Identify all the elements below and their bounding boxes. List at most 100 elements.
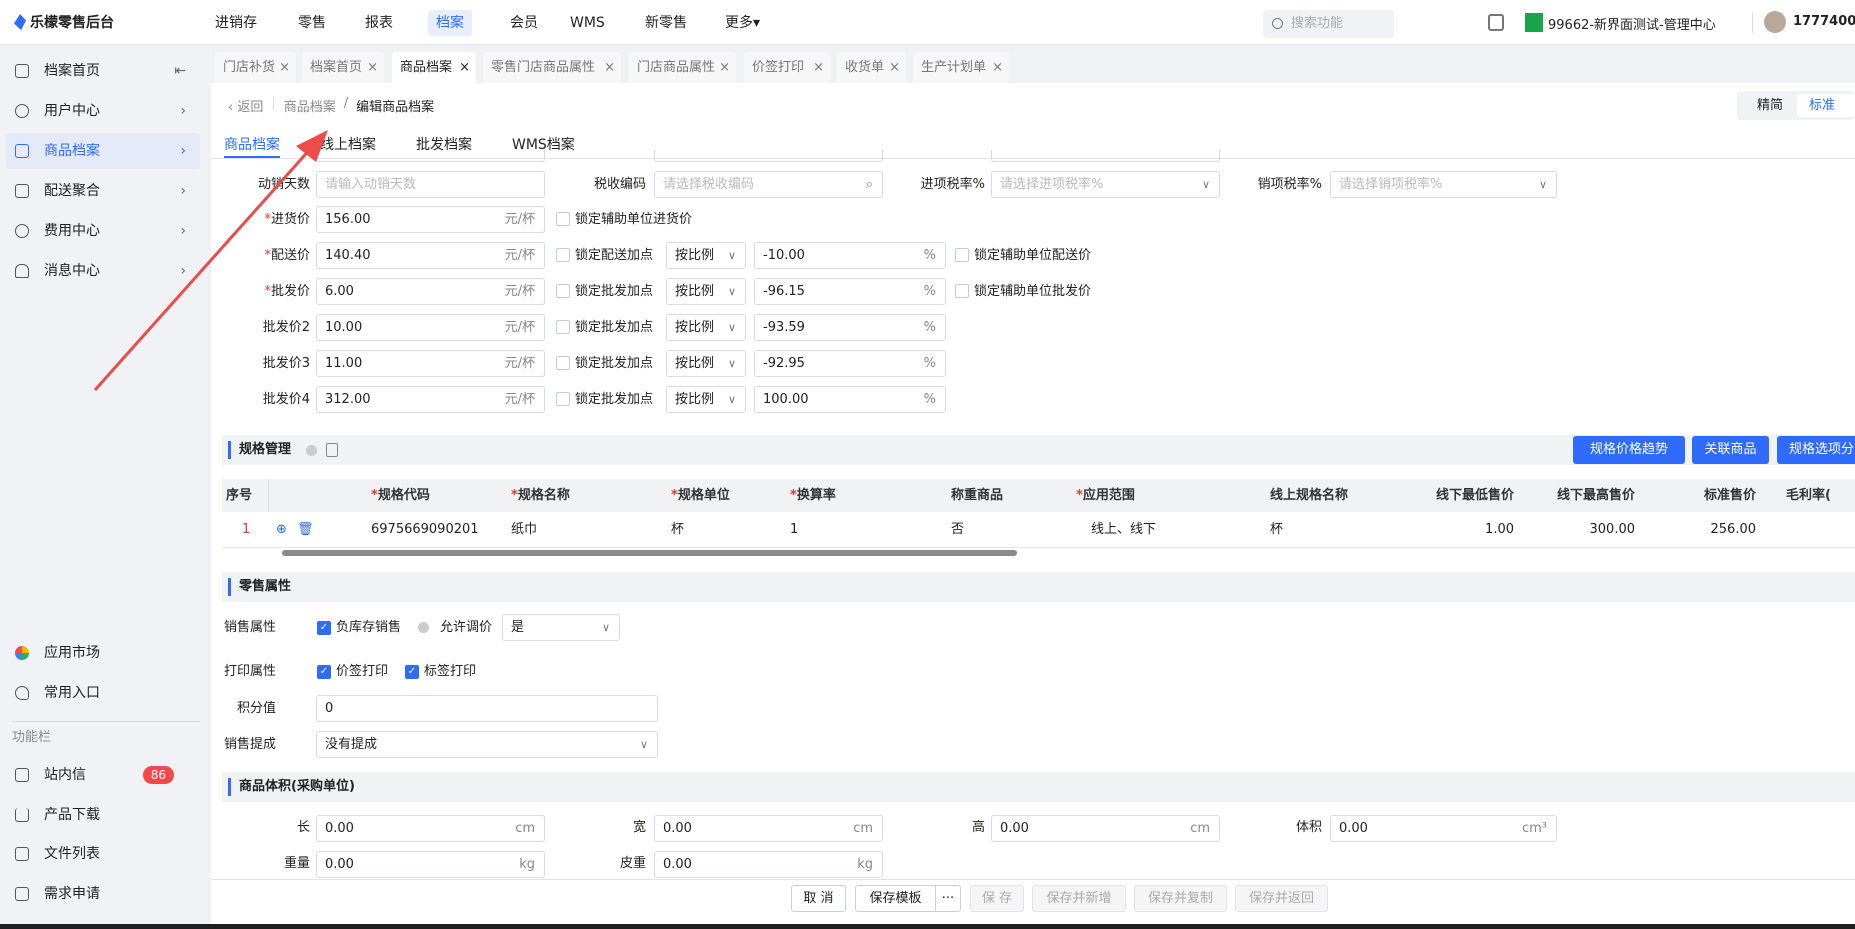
store-name[interactable]: 99662-新界面测试-管理中心 — [1548, 14, 1716, 33]
page-tab[interactable]: 价签打印 × — [744, 52, 830, 83]
length-input[interactable]: 0.00 cm — [316, 815, 545, 842]
close-icon[interactable]: × — [719, 52, 730, 83]
input-tax-select[interactable]: 请选择进项税率% ∨ — [991, 171, 1220, 198]
user-name[interactable]: 17774005 — [1793, 14, 1855, 29]
close-icon[interactable]: × — [813, 52, 824, 83]
tax-code-input[interactable]: 请选择税收编码 ⌕ — [654, 171, 883, 198]
neg-stock-checkbox[interactable]: ✓ — [317, 621, 331, 635]
lock-checkbox[interactable] — [556, 392, 570, 406]
price-tag-checkbox[interactable]: ✓ — [317, 665, 331, 679]
sidebar-tool-download[interactable]: 产品下载 — [6, 797, 200, 833]
sidebar-item-archive-home[interactable]: 档案首页 ⇤ — [6, 53, 200, 89]
cancel-button[interactable]: 取 消 — [791, 885, 846, 912]
lock-aux-checkbox[interactable] — [955, 284, 969, 298]
markup-input[interactable]: -96.15% — [754, 278, 946, 305]
search-input[interactable]: 搜索功能 — [1263, 10, 1394, 38]
more-button[interactable]: ··· — [935, 885, 961, 912]
price-input[interactable]: 6.00 元/杯 — [316, 278, 545, 305]
commission-select[interactable]: 没有提成 ∨ — [316, 731, 658, 758]
view-standard[interactable]: 标准 — [1797, 94, 1855, 117]
page-tab[interactable]: 收货单 × — [837, 52, 906, 83]
lock-checkbox[interactable] — [556, 284, 570, 298]
height-input[interactable]: 0.00 cm — [991, 815, 1220, 842]
related-products-button[interactable]: 关联商品 — [1692, 436, 1769, 464]
page-tab[interactable]: 生产计划单 × — [913, 52, 1009, 83]
sidebar-app-market[interactable]: 应用市场 — [6, 635, 200, 671]
sidebar-tool-requests[interactable]: 需求申请 — [6, 876, 200, 912]
delete-icon[interactable]: 🗑 — [297, 512, 314, 547]
lock-checkbox[interactable] — [556, 212, 570, 226]
days-input[interactable]: 请输入动销天数 — [316, 171, 545, 198]
weight-input[interactable]: 0.00 kg — [316, 851, 545, 878]
nav-member[interactable]: 会员 — [502, 10, 546, 36]
tab-product-archive[interactable]: 商品档案 — [224, 134, 280, 158]
sidebar-item-messages[interactable]: 消息中心 › — [6, 253, 200, 289]
save-copy-button[interactable]: 保存并复制 — [1134, 885, 1227, 912]
output-tax-select[interactable]: 请选择销项税率% ∨ — [1330, 171, 1557, 198]
nav-more[interactable]: 更多▾ — [717, 10, 768, 36]
close-icon[interactable]: × — [889, 52, 900, 83]
price-input[interactable]: 140.40 元/杯 — [316, 242, 545, 269]
markup-mode-select[interactable]: 按比例 ∨ — [666, 242, 746, 269]
markup-input[interactable]: -92.95% — [754, 350, 946, 377]
price-input[interactable]: 10.00 元/杯 — [316, 314, 545, 341]
tare-input[interactable]: 0.00 kg — [654, 851, 883, 878]
price-input[interactable]: 156.00 元/杯 — [316, 206, 545, 233]
search-icon[interactable]: ⌕ — [866, 172, 873, 197]
save-back-button[interactable]: 保存并返回 — [1235, 885, 1328, 912]
sidebar-item-users[interactable]: 用户中心 › — [6, 93, 200, 129]
sidebar-item-products[interactable]: 商品档案 › — [6, 133, 200, 169]
adjust-price-select[interactable]: 是 ∨ — [502, 614, 620, 641]
horizontal-scrollbar[interactable] — [282, 550, 1017, 556]
markup-mode-select[interactable]: 按比例 ∨ — [666, 278, 746, 305]
back-link[interactable]: ‹ 返回 — [228, 96, 263, 115]
markup-mode-select[interactable]: 按比例 ∨ — [666, 314, 746, 341]
help-icon[interactable] — [306, 445, 317, 456]
spec-options-button[interactable]: 规格选项分 — [1777, 436, 1855, 464]
price-input[interactable]: 312.00 元/杯 — [316, 386, 545, 413]
lock-checkbox[interactable] — [556, 248, 570, 262]
app-logo[interactable]: 乐檬零售后台 — [14, 12, 114, 32]
width-input[interactable]: 0.00 cm — [654, 815, 883, 842]
lock-checkbox[interactable] — [556, 320, 570, 334]
close-icon[interactable]: × — [367, 52, 378, 83]
add-row-icon[interactable]: ⊕ — [276, 512, 287, 547]
sidebar-favorites[interactable]: 常用入口 — [6, 675, 200, 711]
close-icon[interactable]: × — [604, 52, 615, 83]
markup-mode-select[interactable]: 按比例 ∨ — [666, 350, 746, 377]
volume-input[interactable]: 0.00 cm³ — [1330, 815, 1557, 842]
nav-reports[interactable]: 报表 — [357, 10, 401, 36]
device-icon[interactable] — [326, 443, 338, 457]
page-tab-active[interactable]: 商品档案 × — [392, 52, 476, 83]
nav-new-retail[interactable]: 新零售 — [637, 10, 695, 36]
nav-archive[interactable]: 档案 — [428, 10, 472, 36]
printer-icon[interactable] — [1488, 14, 1504, 31]
nav-wms[interactable]: WMS — [562, 10, 613, 36]
sidebar-item-fees[interactable]: 费用中心 › — [6, 213, 200, 249]
label-print-checkbox[interactable]: ✓ — [405, 665, 419, 679]
sidebar-item-distribution[interactable]: 配送聚合 › — [6, 173, 200, 209]
points-input[interactable]: 0 — [316, 695, 658, 722]
sidebar-tool-files[interactable]: 文件列表 — [6, 836, 200, 872]
page-tab[interactable]: 门店补货 × — [215, 52, 296, 83]
nav-retail[interactable]: 零售 — [290, 10, 334, 36]
avatar[interactable] — [1764, 11, 1786, 33]
page-tab[interactable]: 门店商品属性 × — [629, 52, 736, 83]
nav-jinxiaocun[interactable]: 进销存 — [207, 10, 265, 36]
sidebar-tool-inbox[interactable]: 站内信 86 — [6, 757, 200, 793]
help-icon[interactable] — [418, 622, 429, 633]
close-icon[interactable]: × — [992, 52, 1003, 83]
markup-mode-select[interactable]: 按比例 ∨ — [666, 386, 746, 413]
close-icon[interactable]: × — [279, 52, 290, 83]
view-simple[interactable]: 精简 — [1745, 94, 1795, 117]
lock-aux-checkbox[interactable] — [955, 248, 969, 262]
save-new-button[interactable]: 保存并新增 — [1032, 885, 1126, 912]
spec-price-trend-button[interactable]: 规格价格趋势 — [1573, 436, 1685, 464]
markup-input[interactable]: -93.59% — [754, 314, 946, 341]
close-icon[interactable]: × — [459, 52, 470, 83]
lock-checkbox[interactable] — [556, 356, 570, 370]
markup-input[interactable]: 100.00% — [754, 386, 946, 413]
collapse-icon[interactable]: ⇤ — [174, 53, 186, 89]
price-input[interactable]: 11.00 元/杯 — [316, 350, 545, 377]
breadcrumb-parent[interactable]: 商品档案 — [284, 96, 336, 115]
